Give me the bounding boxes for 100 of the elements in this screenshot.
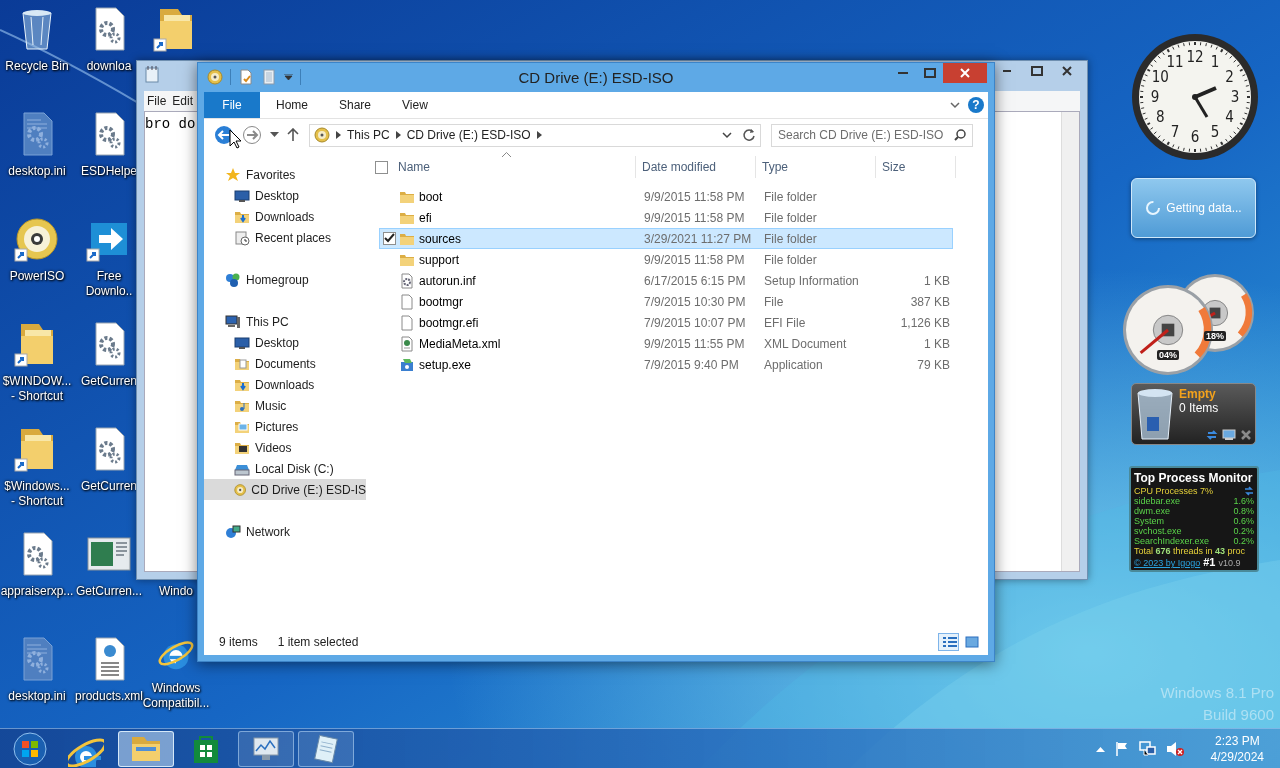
help-button[interactable]: ?: [968, 97, 984, 113]
select-all-checkbox[interactable]: [375, 160, 388, 174]
process-name: dwm.exe: [1134, 506, 1170, 516]
nav-item[interactable]: Network: [204, 521, 366, 542]
column-header[interactable]: Size: [876, 156, 956, 178]
dropdown-caret-icon[interactable]: [284, 74, 293, 80]
process-usage: 1.6%: [1233, 496, 1254, 506]
close-icon: [1061, 66, 1073, 76]
process-name: sidebar.exe: [1134, 496, 1181, 506]
ribbon-tab[interactable]: Share: [324, 92, 387, 118]
nav-item[interactable]: Favorites: [204, 164, 366, 185]
file-name: MediaMeta.xml: [418, 336, 502, 351]
clock-numeral: 7: [1170, 122, 1180, 141]
expand-ribbon-icon[interactable]: [950, 101, 960, 109]
column-header[interactable]: Name: [388, 156, 636, 178]
search-field[interactable]: Search CD Drive (E:) ESD-ISO: [771, 123, 973, 147]
file-icon: [399, 293, 415, 310]
nav-item[interactable]: Local Disk (C:): [204, 458, 366, 479]
speaker-muted-icon[interactable]: [1165, 740, 1184, 757]
clock-numeral: 10: [1151, 68, 1169, 86]
file-row[interactable]: sources 3/29/2021 11:27 PM File folder: [379, 228, 953, 249]
monitor-icon: [234, 334, 250, 351]
nav-item[interactable]: CD Drive (E:) ESD-IS: [204, 479, 366, 500]
clock-numeral: 5: [1210, 122, 1220, 141]
nav-item[interactable]: Desktop: [204, 332, 366, 353]
forward-button-icon[interactable]: [242, 125, 262, 145]
star-icon: [225, 166, 241, 183]
show-hidden-icons-icon[interactable]: [1095, 745, 1105, 752]
address-bar[interactable]: This PC CD Drive (E:) ESD-ISO: [309, 123, 761, 147]
network-icon[interactable]: [1138, 740, 1157, 757]
nav-item[interactable]: Documents: [204, 353, 366, 374]
clock-numeral: 8: [1156, 108, 1165, 126]
clock-numeral: 12: [1186, 48, 1204, 66]
file-row[interactable]: setup.exe 7/9/2015 9:40 PM Application 79 KB: [379, 354, 953, 375]
computer-icon: [225, 313, 241, 330]
refresh-icon[interactable]: [742, 128, 756, 142]
file-row[interactable]: MediaMeta.xml 9/9/2015 11:55 PM XML Document 1 KB: [379, 333, 953, 354]
breadcrumb[interactable]: CD Drive (E:) ESD-ISO: [406, 128, 531, 142]
taskbar-button[interactable]: [238, 730, 294, 767]
date-cell-text: 7/9/2015 10:30 PM: [644, 294, 747, 309]
nav-item[interactable]: Downloads: [204, 206, 366, 227]
properties-icon[interactable]: [238, 69, 254, 85]
type-cell-text: File folder: [764, 210, 818, 225]
nav-item[interactable]: Recent places: [204, 227, 366, 248]
file-row[interactable]: bootmgr.efi 7/9/2015 10:07 PM EFI File 1,126 KB: [379, 312, 953, 333]
date-cell-text: 9/9/2015 11:55 PM: [644, 336, 746, 351]
checkmark-icon: [384, 233, 395, 244]
refresh-icon[interactable]: [1244, 486, 1254, 496]
credit-link[interactable]: © 2023 by Igogo: [1134, 558, 1201, 568]
flag-icon[interactable]: [1113, 740, 1130, 757]
file-menu-button[interactable]: File: [204, 92, 260, 118]
status-text: 9 items: [219, 635, 258, 649]
taskbar-button[interactable]: [298, 730, 354, 767]
close-icon[interactable]: [1240, 429, 1252, 441]
dropdown-icon[interactable]: [722, 131, 732, 139]
clock-numeral: 4: [1225, 108, 1234, 126]
refresh-icon[interactable]: [1206, 429, 1218, 441]
file-name: sources: [418, 231, 463, 246]
size-cell-text: 79 KB: [916, 357, 950, 372]
nav-item[interactable]: Music: [204, 395, 366, 416]
file-row[interactable]: efi 9/9/2015 11:58 PM File folder: [379, 207, 953, 228]
row-checkbox[interactable]: [383, 232, 396, 245]
breadcrumb[interactable]: This PC: [347, 128, 390, 142]
taskbar-button[interactable]: [118, 730, 174, 767]
large-icons-view-icon: [963, 635, 980, 649]
file-row[interactable]: support 9/9/2015 11:58 PM File folder: [379, 249, 953, 270]
type-cell-text: File folder: [764, 252, 818, 267]
totals-text: Total 676 threads in 43 proc: [1134, 546, 1247, 556]
size-cell-text: 387 KB: [909, 294, 950, 309]
settings-file-icon: [399, 272, 415, 289]
ribbon-tab[interactable]: View: [387, 92, 443, 118]
column-header[interactable]: Type: [756, 156, 876, 178]
icon-label: Free Downlo..: [85, 269, 133, 299]
gauge-reading: 04%: [1157, 350, 1179, 361]
nav-item[interactable]: Desktop: [204, 185, 366, 206]
close-button[interactable]: [943, 63, 987, 83]
nav-item[interactable]: This PC: [204, 311, 366, 332]
up-arrow-icon[interactable]: [287, 128, 299, 142]
process-name: System: [1134, 516, 1164, 526]
ribbon-tab[interactable]: Home: [261, 92, 323, 118]
file-icon: [399, 314, 415, 331]
search-icon: [954, 129, 966, 141]
file-row[interactable]: autorun.inf 6/17/2015 6:15 PM Setup Information 1 KB: [379, 270, 953, 291]
computer-icon[interactable]: [1222, 429, 1236, 441]
file-row[interactable]: boot 9/9/2015 11:58 PM File folder: [379, 186, 953, 207]
nav-item[interactable]: Videos: [204, 437, 366, 458]
menu-item[interactable]: File: [147, 94, 167, 108]
file-row[interactable]: bootmgr 7/9/2015 10:30 PM File 387 KB: [379, 291, 953, 312]
column-header[interactable]: Date modified: [636, 156, 756, 178]
chevron-icon: [336, 131, 341, 139]
process-name: svchost.exe: [1134, 526, 1182, 536]
date-cell-text: 7/9/2015 10:07 PM: [644, 315, 747, 330]
disc-icon[interactable]: [13, 215, 61, 263]
nav-item[interactable]: Homegroup: [204, 269, 366, 290]
nav-item[interactable]: Downloads: [204, 374, 366, 395]
recent-dropdown-icon[interactable]: [270, 132, 279, 138]
menu-item[interactable]: Edit: [172, 94, 194, 108]
view-button[interactable]: [938, 633, 959, 651]
type-cell-text: File folder: [764, 231, 818, 246]
nav-item[interactable]: Pictures: [204, 416, 366, 437]
